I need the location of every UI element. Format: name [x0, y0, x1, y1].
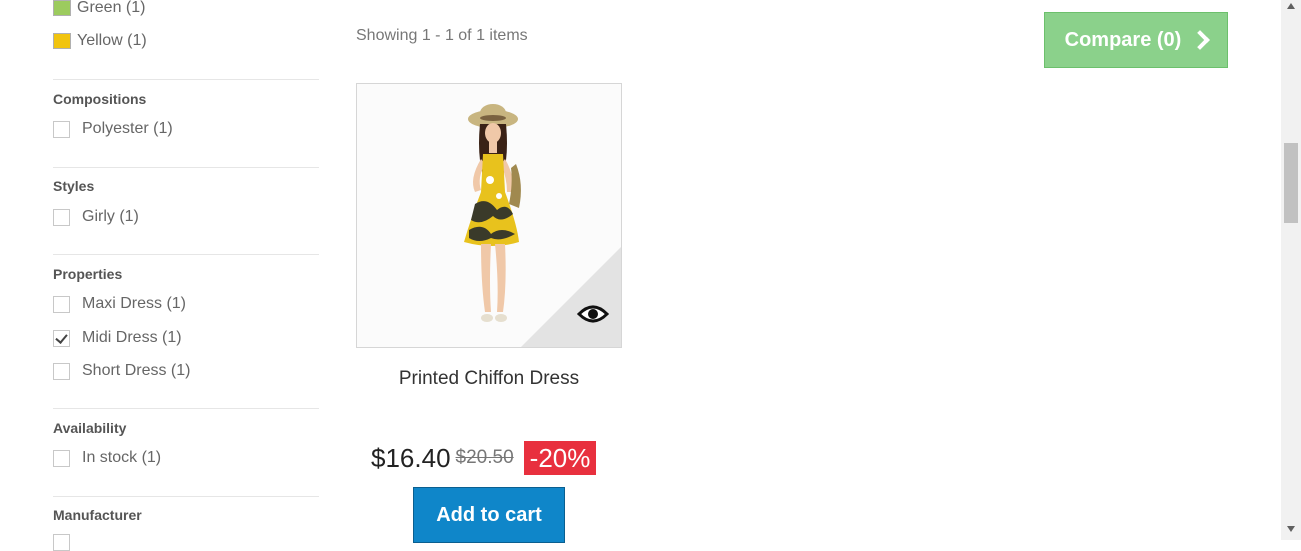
chevron-right-icon: [1190, 30, 1211, 50]
discount-badge: -20%: [523, 441, 597, 475]
scroll-thumb[interactable]: [1284, 143, 1298, 223]
product-price: $16.40: [371, 442, 451, 473]
divider: [53, 254, 319, 255]
green-swatch[interactable]: [53, 0, 71, 16]
filter-option-maxi-dress[interactable]: Maxi Dress (1): [53, 294, 186, 314]
color-filter-green[interactable]: Green (1): [53, 0, 145, 18]
filter-option-label: Polyester (1): [82, 120, 173, 137]
old-price: $20.50: [455, 447, 514, 468]
color-label: Green (1): [77, 0, 146, 16]
divider: [53, 408, 319, 409]
checkbox[interactable]: [53, 362, 70, 380]
filter-option-label: Short Dress (1): [82, 362, 191, 379]
vertical-scrollbar[interactable]: [1281, 0, 1301, 540]
compare-label: Compare (0): [1064, 28, 1182, 51]
compare-button[interactable]: Compare (0): [1044, 12, 1228, 68]
checkbox[interactable]: [53, 449, 70, 467]
filter-option-label: In stock (1): [82, 449, 162, 466]
filter-option-midi-dress[interactable]: Midi Dress (1): [53, 328, 182, 348]
checkbox[interactable]: [53, 534, 70, 551]
checkbox[interactable]: [53, 295, 70, 313]
filter-option-label: Girly (1): [82, 208, 139, 225]
filter-option-label: Maxi Dress (1): [82, 295, 187, 312]
yellow-swatch[interactable]: [53, 33, 71, 49]
filter-option-label: Midi Dress (1): [82, 329, 182, 346]
price-row: $16.40 $20.50 -20%: [371, 441, 597, 475]
product-name[interactable]: Printed Chiffon Dress: [356, 368, 622, 390]
divider: [53, 167, 319, 168]
filter-option-in-stock[interactable]: In stock (1): [53, 448, 161, 468]
product-image-card[interactable]: [356, 83, 622, 348]
checkbox[interactable]: [53, 208, 70, 226]
add-to-cart-button[interactable]: Add to cart: [413, 487, 565, 543]
eye-icon[interactable]: [577, 303, 609, 325]
checkbox[interactable]: [53, 120, 70, 138]
filter-group-title: Manufacturer: [53, 507, 142, 523]
filter-option-polyester[interactable]: Polyester (1): [53, 119, 173, 139]
showing-count: Showing 1 - 1 of 1 items: [356, 27, 528, 44]
color-filter-yellow[interactable]: Yellow (1): [53, 31, 147, 51]
color-label: Yellow (1): [77, 32, 147, 49]
filter-group-title: Styles: [53, 178, 95, 194]
checkbox-checked[interactable]: [53, 329, 70, 347]
divider: [53, 496, 319, 497]
scroll-down-arrow-icon[interactable]: [1287, 526, 1295, 532]
filter-group-title: Compositions: [53, 91, 147, 107]
filter-group-title: Availability: [53, 420, 127, 436]
scroll-up-arrow-icon[interactable]: [1287, 3, 1295, 9]
filter-option-girly[interactable]: Girly (1): [53, 207, 139, 227]
filter-option-short-dress[interactable]: Short Dress (1): [53, 361, 190, 381]
filter-group-title: Properties: [53, 266, 123, 282]
quick-view-corner[interactable]: [521, 247, 621, 347]
divider: [53, 79, 319, 80]
